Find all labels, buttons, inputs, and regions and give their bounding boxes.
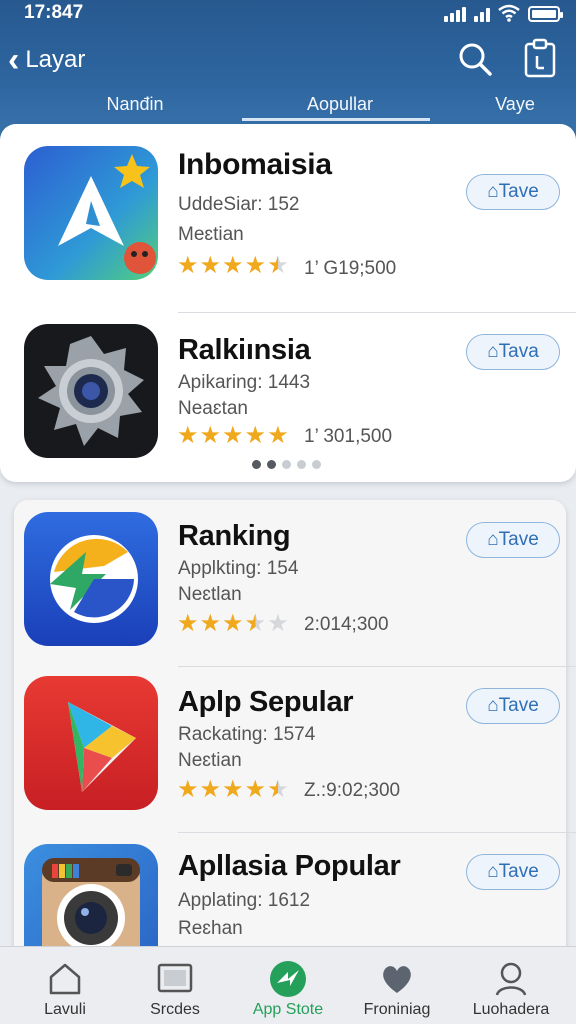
app-icon <box>24 146 158 280</box>
app-subtitle: Rackating: 1574 <box>178 724 316 745</box>
divider <box>178 666 576 667</box>
tab-1[interactable]: Nanđin <box>70 84 200 124</box>
star-rating: ★ ★ ★ ★ ★ <box>177 778 289 802</box>
get-button[interactable]: ⌂Tava <box>466 334 560 370</box>
star-icon: ★ <box>244 776 267 803</box>
back-label: Layar <box>25 46 86 73</box>
app-name: Ranking <box>178 520 291 552</box>
tabbar-label: App Stote <box>252 1001 324 1018</box>
app-header: 17:847 ‹ Layar Nanđin Aopullar Vaye <box>0 0 576 140</box>
star-icon: ★ <box>199 252 222 279</box>
app-category: Neaɛtan <box>178 398 248 419</box>
app-name: Apllasia Popular <box>178 850 401 882</box>
tabbar-label: Srcdes <box>150 1001 200 1018</box>
app-icon <box>24 676 158 810</box>
house-icon <box>49 963 81 995</box>
app-row[interactable]: Inbomaisia UddeSiar: 152 Meɛtian ★ ★ ★ ★ ★ 1… <box>0 146 576 306</box>
star-icon: ★ <box>244 252 267 279</box>
star-icon: ★ <box>177 610 199 637</box>
status-icons <box>444 4 563 22</box>
tabbar-item-profile[interactable]: Luohadera <box>456 947 566 1024</box>
app-category: Meɛtian <box>178 224 244 245</box>
star-icon: ★ <box>244 610 267 637</box>
tabbar-label: Luohadera <box>472 1001 550 1018</box>
star-icon: ★ <box>244 422 267 449</box>
carousel-page-dots <box>252 460 321 469</box>
active-tab-indicator <box>242 118 430 121</box>
star-icon: ★ <box>177 252 199 279</box>
tabbar-item-app-store[interactable]: App Stote <box>233 947 343 1024</box>
cellular-signal-icon <box>444 7 466 22</box>
page-dot[interactable] <box>252 460 261 469</box>
star-rating: ★ ★ ★ ★ ★ <box>177 254 289 278</box>
app-category: Reɛhan <box>178 918 243 939</box>
tabbar-item-tv[interactable]: Srcdes <box>120 947 230 1024</box>
star-icon: ★ <box>267 776 289 803</box>
star-icon: ★ <box>222 252 244 279</box>
star-icon: ★ <box>267 422 289 449</box>
person-icon <box>495 962 527 996</box>
star-icon: ★ <box>267 610 289 637</box>
tabbar-label: Lavuli <box>44 1001 86 1018</box>
star-icon: ★ <box>177 776 199 803</box>
tv-icon <box>157 963 193 993</box>
status-time: 17:847 <box>24 2 84 23</box>
app-category: Neɛtian <box>178 750 242 771</box>
get-button[interactable]: ⌂Tave <box>466 688 560 724</box>
app-name: Ralkiınsia <box>178 334 311 366</box>
page-dot[interactable] <box>297 460 306 469</box>
status-bar: 17:847 <box>0 0 576 30</box>
search-icon[interactable] <box>456 40 496 80</box>
star-icon: ★ <box>267 252 289 279</box>
star-rating: ★ ★ ★ ★ ★ <box>177 612 289 636</box>
app-store-icon <box>270 961 306 997</box>
featured-card: Inbomaisia UddeSiar: 152 Meɛtian ★ ★ ★ ★ ★ 1… <box>0 124 576 482</box>
rating-count: 2:014;300 <box>304 614 389 635</box>
star-icon: ★ <box>222 776 244 803</box>
app-name: Inbomaisia <box>178 148 332 181</box>
app-category: Neɛtlan <box>178 584 242 605</box>
app-icon <box>24 324 158 458</box>
get-button[interactable]: ⌂Tave <box>466 522 560 558</box>
star-icon: ★ <box>199 422 222 449</box>
app-subtitle: Applkting: 154 <box>178 558 299 579</box>
star-icon: ★ <box>177 422 199 449</box>
battery-icon <box>528 6 563 22</box>
chevron-left-icon: ‹ <box>8 41 20 79</box>
rating-count: Z.:9:02;300 <box>304 780 401 801</box>
tabbar-item-home[interactable]: Lavuli <box>10 947 120 1024</box>
divider <box>178 832 576 833</box>
tab-3[interactable]: Vaye <box>460 84 570 124</box>
cellular-signal-2-icon <box>474 8 490 22</box>
back-button[interactable]: ‹ Layar <box>8 40 85 80</box>
star-rating: ★ ★ ★ ★ ★ <box>177 424 289 448</box>
tabbar-label: Froniniag <box>363 1001 431 1018</box>
tabbar-item-favorites[interactable]: Froniniag <box>342 947 452 1024</box>
heart-icon <box>383 966 411 993</box>
page-dot[interactable] <box>312 460 321 469</box>
star-icon: ★ <box>222 422 244 449</box>
get-button[interactable]: ⌂Tave <box>466 854 560 890</box>
bottom-tab-bar: Lavuli Srcdes App Stote Froniniag Luohad… <box>0 946 576 1024</box>
star-icon: ★ <box>199 776 222 803</box>
app-icon <box>24 512 158 646</box>
rating-count: 1’ G19;500 <box>304 258 397 279</box>
app-subtitle: UddeSiar: 152 <box>178 194 300 215</box>
get-button[interactable]: ⌂Tave <box>466 174 560 210</box>
page-dot[interactable] <box>282 460 291 469</box>
star-icon: ★ <box>199 610 222 637</box>
clipboard-icon[interactable] <box>522 38 558 80</box>
star-icon: ★ <box>222 610 244 637</box>
app-subtitle: Apikaring: 1443 <box>178 372 311 393</box>
app-row[interactable]: Aplp Sepular Rackating: 1574 Neɛtian ★ ★ ★… <box>0 676 576 836</box>
app-row[interactable]: Apllasia Popular Applating: 1612 Reɛhan … <box>0 844 576 946</box>
app-row[interactable]: Ranking Applkting: 154 Neɛtlan ★ ★ ★ ★ ★ 2:0… <box>0 512 576 672</box>
wifi-icon <box>498 4 520 22</box>
app-subtitle: Applating: 1612 <box>178 890 311 911</box>
app-icon <box>24 844 158 946</box>
app-name: Aplp Sepular <box>178 686 354 718</box>
rating-count: 1’ 301,500 <box>304 426 393 447</box>
page-dot[interactable] <box>267 460 276 469</box>
divider <box>178 312 576 313</box>
